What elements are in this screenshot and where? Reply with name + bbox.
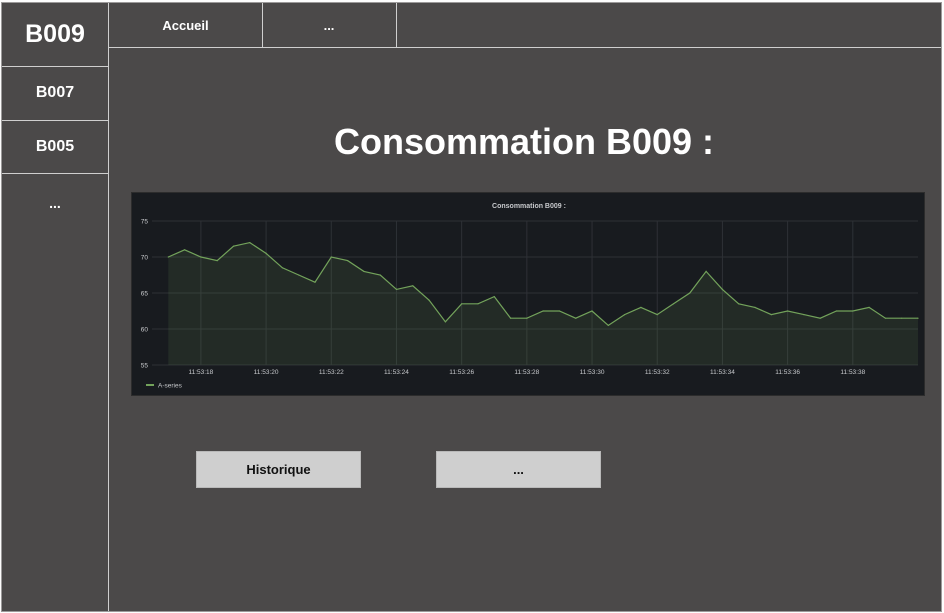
data-point — [363, 270, 365, 272]
x-tick-label: 11:53:28 — [514, 369, 539, 376]
data-point — [183, 249, 186, 251]
x-tick-label: 11:53:18 — [188, 369, 213, 376]
data-point — [412, 285, 414, 287]
x-tick-label: 11:53:20 — [254, 369, 279, 376]
data-point — [428, 299, 430, 301]
data-point — [249, 242, 251, 244]
data-point — [444, 321, 446, 323]
consumption-chart: Consommation B009 : 55 60 65 70 75 11:53:18 11:… — [141, 203, 919, 390]
data-point — [738, 303, 740, 305]
data-point — [281, 267, 283, 269]
sidebar-item-b007[interactable]: B007 — [2, 66, 108, 121]
data-point — [509, 317, 512, 319]
y-tick-label: 75 — [141, 219, 149, 226]
y-tick-label: 70 — [141, 255, 149, 262]
data-point — [852, 310, 854, 312]
series-area — [168, 242, 919, 365]
data-point — [607, 324, 609, 326]
data-point — [265, 252, 267, 254]
historique-button[interactable]: Historique — [196, 451, 361, 488]
data-point — [575, 317, 577, 319]
data-point — [754, 306, 756, 308]
data-point — [917, 317, 919, 319]
data-point — [200, 256, 202, 258]
data-point — [640, 306, 642, 308]
data-point — [493, 296, 495, 298]
sidebar-item-b005[interactable]: B005 — [2, 120, 108, 174]
data-point — [298, 274, 300, 276]
legend-label: A-series — [158, 383, 183, 390]
data-point — [901, 317, 903, 319]
tab-accueil[interactable]: Accueil — [109, 3, 262, 47]
data-point — [461, 303, 463, 305]
y-tick-label: 60 — [141, 327, 149, 334]
data-point — [803, 314, 805, 316]
data-point — [526, 317, 528, 319]
chart-title: Consommation B009 : — [492, 203, 566, 210]
x-tick-label: 11:53:38 — [840, 369, 865, 376]
data-point — [477, 303, 479, 305]
data-point — [624, 314, 626, 316]
data-point — [542, 310, 544, 312]
x-tick-label: 11:53:30 — [580, 369, 605, 376]
data-point — [379, 274, 381, 276]
data-point — [330, 256, 332, 258]
data-point — [868, 306, 870, 308]
data-point — [721, 288, 724, 290]
x-tick-label: 11:53:24 — [384, 369, 409, 376]
page-title: Consommation B009 : — [333, 121, 715, 162]
data-point — [591, 310, 593, 312]
y-tick-label: 55 — [141, 363, 149, 370]
data-point — [558, 310, 561, 312]
data-point — [787, 310, 789, 312]
data-point — [770, 314, 772, 316]
data-point — [346, 260, 349, 262]
tab-separator — [396, 3, 397, 47]
data-point — [656, 314, 658, 316]
data-point — [672, 303, 675, 305]
tab-more[interactable]: ... — [262, 3, 396, 47]
y-tick-label: 65 — [141, 291, 149, 298]
x-tick-label: 11:53:36 — [775, 369, 800, 376]
x-tick-label: 11:53:32 — [645, 369, 670, 376]
x-tick-label: 11:53:26 — [449, 369, 474, 376]
data-point — [167, 256, 169, 258]
data-point — [884, 317, 887, 319]
x-tick-label: 11:53:34 — [710, 369, 735, 376]
data-point — [819, 317, 821, 319]
sidebar-item-more[interactable]: ... — [2, 193, 108, 213]
data-point — [689, 292, 691, 294]
app-frame: B009 B007 B005 ... Accueil ... Consommat… — [1, 2, 942, 612]
data-point — [835, 310, 838, 312]
topbar-divider — [109, 47, 941, 48]
data-point — [314, 281, 316, 283]
sidebar-item-b009[interactable]: B009 — [2, 3, 108, 67]
data-point — [705, 270, 707, 272]
chart-panel: Consommation B009 : 55 60 65 70 75 11:53:18 11:… — [131, 192, 925, 396]
x-tick-label: 11:53:22 — [319, 369, 344, 376]
more-button[interactable]: ... — [436, 451, 601, 488]
sidebar: B009 B007 B005 ... — [2, 3, 109, 611]
data-point — [232, 245, 235, 247]
data-point — [216, 260, 218, 262]
data-point — [395, 288, 398, 290]
